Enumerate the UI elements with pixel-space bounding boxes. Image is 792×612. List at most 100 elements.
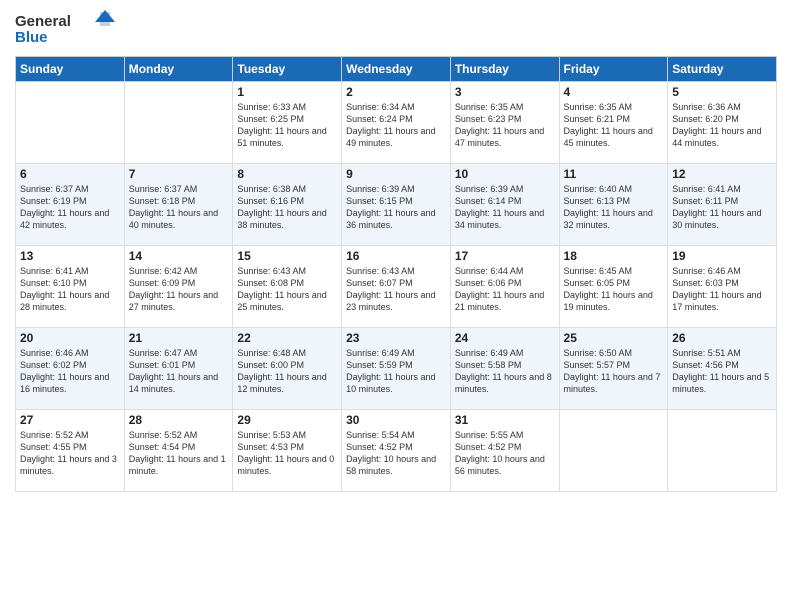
calendar-cell: 30 Sunrise: 5:54 AM Sunset: 4:52 PM Dayli…: [342, 410, 451, 492]
calendar-week-3: 13Sunrise: 6:41 AM Sunset: 6:10 PM Dayli…: [16, 246, 777, 328]
calendar-cell: 24 Sunrise: 6:49 AM Sunset: 5:58 PM Dayli…: [450, 328, 559, 410]
calendar-cell: 17 Sunrise: 6:44 AM Sunset: 6:06 PM Dayli…: [450, 246, 559, 328]
calendar-cell: 31 Sunrise: 5:55 AM Sunset: 4:52 PM Dayli…: [450, 410, 559, 492]
day-info: Sunrise: 5:52 AM Sunset: 4:55 PM Dayligh…: [20, 429, 120, 478]
calendar-cell: 6 Sunrise: 6:37 AM Sunset: 6:19 PM Daylig…: [16, 164, 125, 246]
day-info: Sunrise: 6:44 AM Sunset: 6:06 PM Dayligh…: [455, 265, 555, 314]
calendar-cell: 19 Sunrise: 6:46 AM Sunset: 6:03 PM Dayli…: [668, 246, 777, 328]
calendar-cell: 2 Sunrise: 6:34 AM Sunset: 6:24 PM Daylig…: [342, 82, 451, 164]
day-number: 24: [455, 331, 555, 345]
day-number: 31: [455, 413, 555, 427]
day-number: 30: [346, 413, 446, 427]
day-info: Sunrise: 6:38 AM Sunset: 6:16 PM Dayligh…: [237, 183, 337, 232]
day-number: 1: [237, 85, 337, 99]
day-info: Sunrise: 5:55 AM Sunset: 4:52 PM Dayligh…: [455, 429, 555, 478]
day-number: 19: [672, 249, 772, 263]
day-info: Sunrise: 5:52 AM Sunset: 4:54 PM Dayligh…: [129, 429, 229, 478]
calendar-cell: 22 Sunrise: 6:48 AM Sunset: 6:00 PM Dayli…: [233, 328, 342, 410]
day-number: 17: [455, 249, 555, 263]
calendar-week-5: 27 Sunrise: 5:52 AM Sunset: 4:55 PM Dayli…: [16, 410, 777, 492]
calendar-cell: 7 Sunrise: 6:37 AM Sunset: 6:18 PM Daylig…: [124, 164, 233, 246]
day-number: 9: [346, 167, 446, 181]
weekday-header-wednesday: Wednesday: [342, 57, 451, 82]
day-info: Sunrise: 5:54 AM Sunset: 4:52 PM Dayligh…: [346, 429, 446, 478]
svg-text:General: General: [15, 13, 71, 30]
day-number: 10: [455, 167, 555, 181]
day-info: Sunrise: 6:39 AM Sunset: 6:14 PM Dayligh…: [455, 183, 555, 232]
day-info: Sunrise: 6:37 AM Sunset: 6:18 PM Dayligh…: [129, 183, 229, 232]
calendar-cell: 18 Sunrise: 6:45 AM Sunset: 6:05 PM Dayli…: [559, 246, 668, 328]
day-info: Sunrise: 6:35 AM Sunset: 6:23 PM Dayligh…: [455, 101, 555, 150]
day-number: 3: [455, 85, 555, 99]
day-number: 28: [129, 413, 229, 427]
day-number: 5: [672, 85, 772, 99]
day-info: Sunrise: 6:45 AM Sunset: 6:05 PM Dayligh…: [564, 265, 664, 314]
calendar-cell: 26 Sunrise: 5:51 AM Sunset: 4:56 PM Dayli…: [668, 328, 777, 410]
day-number: 16: [346, 249, 446, 263]
day-number: 6: [20, 167, 120, 181]
calendar-cell: 25Sunrise: 6:50 AM Sunset: 5:57 PM Dayli…: [559, 328, 668, 410]
calendar-cell: 4 Sunrise: 6:35 AM Sunset: 6:21 PM Daylig…: [559, 82, 668, 164]
calendar-cell: 5 Sunrise: 6:36 AM Sunset: 6:20 PM Daylig…: [668, 82, 777, 164]
weekday-header-monday: Monday: [124, 57, 233, 82]
day-info: Sunrise: 6:50 AM Sunset: 5:57 PM Dayligh…: [564, 347, 664, 396]
day-info: Sunrise: 6:47 AM Sunset: 6:01 PM Dayligh…: [129, 347, 229, 396]
day-info: Sunrise: 6:34 AM Sunset: 6:24 PM Dayligh…: [346, 101, 446, 150]
calendar-cell: 23 Sunrise: 6:49 AM Sunset: 5:59 PM Dayli…: [342, 328, 451, 410]
day-number: 20: [20, 331, 120, 345]
day-number: 14: [129, 249, 229, 263]
day-info: Sunrise: 6:43 AM Sunset: 6:08 PM Dayligh…: [237, 265, 337, 314]
day-number: 22: [237, 331, 337, 345]
calendar-cell: 10 Sunrise: 6:39 AM Sunset: 6:14 PM Dayli…: [450, 164, 559, 246]
calendar-cell: 1 Sunrise: 6:33 AM Sunset: 6:25 PM Daylig…: [233, 82, 342, 164]
day-info: Sunrise: 6:35 AM Sunset: 6:21 PM Dayligh…: [564, 101, 664, 150]
day-number: 4: [564, 85, 664, 99]
day-number: 26: [672, 331, 772, 345]
day-number: 27: [20, 413, 120, 427]
calendar-table: SundayMondayTuesdayWednesdayThursdayFrid…: [15, 56, 777, 492]
day-info: Sunrise: 6:48 AM Sunset: 6:00 PM Dayligh…: [237, 347, 337, 396]
weekday-header-thursday: Thursday: [450, 57, 559, 82]
weekday-header-friday: Friday: [559, 57, 668, 82]
calendar-week-4: 20 Sunrise: 6:46 AM Sunset: 6:02 PM Dayli…: [16, 328, 777, 410]
weekday-header-saturday: Saturday: [668, 57, 777, 82]
day-number: 29: [237, 413, 337, 427]
calendar-cell: 8Sunrise: 6:38 AM Sunset: 6:16 PM Daylig…: [233, 164, 342, 246]
day-number: 18: [564, 249, 664, 263]
day-info: Sunrise: 6:39 AM Sunset: 6:15 PM Dayligh…: [346, 183, 446, 232]
page: General Blue SundayMondayTuesdayWednesda…: [0, 0, 792, 612]
calendar-cell: 3 Sunrise: 6:35 AM Sunset: 6:23 PM Daylig…: [450, 82, 559, 164]
calendar-cell: 12Sunrise: 6:41 AM Sunset: 6:11 PM Dayli…: [668, 164, 777, 246]
calendar-cell: [668, 410, 777, 492]
calendar-cell: 15 Sunrise: 6:43 AM Sunset: 6:08 PM Dayli…: [233, 246, 342, 328]
day-info: Sunrise: 5:51 AM Sunset: 4:56 PM Dayligh…: [672, 347, 772, 396]
day-info: Sunrise: 6:37 AM Sunset: 6:19 PM Dayligh…: [20, 183, 120, 232]
calendar-cell: [559, 410, 668, 492]
day-number: 15: [237, 249, 337, 263]
day-info: Sunrise: 6:46 AM Sunset: 6:03 PM Dayligh…: [672, 265, 772, 314]
calendar-week-2: 6 Sunrise: 6:37 AM Sunset: 6:19 PM Daylig…: [16, 164, 777, 246]
day-number: 23: [346, 331, 446, 345]
calendar-cell: 27 Sunrise: 5:52 AM Sunset: 4:55 PM Dayli…: [16, 410, 125, 492]
calendar-cell: 16 Sunrise: 6:43 AM Sunset: 6:07 PM Dayli…: [342, 246, 451, 328]
day-info: Sunrise: 6:49 AM Sunset: 5:59 PM Dayligh…: [346, 347, 446, 396]
day-info: Sunrise: 6:49 AM Sunset: 5:58 PM Dayligh…: [455, 347, 555, 396]
day-info: Sunrise: 6:46 AM Sunset: 6:02 PM Dayligh…: [20, 347, 120, 396]
logo-svg: General Blue: [15, 10, 115, 50]
calendar-cell: 11Sunrise: 6:40 AM Sunset: 6:13 PM Dayli…: [559, 164, 668, 246]
weekday-header-row: SundayMondayTuesdayWednesdayThursdayFrid…: [16, 57, 777, 82]
calendar-cell: 9 Sunrise: 6:39 AM Sunset: 6:15 PM Daylig…: [342, 164, 451, 246]
day-info: Sunrise: 6:33 AM Sunset: 6:25 PM Dayligh…: [237, 101, 337, 150]
calendar-cell: 29Sunrise: 5:53 AM Sunset: 4:53 PM Dayli…: [233, 410, 342, 492]
day-number: 7: [129, 167, 229, 181]
weekday-header-tuesday: Tuesday: [233, 57, 342, 82]
day-info: Sunrise: 6:42 AM Sunset: 6:09 PM Dayligh…: [129, 265, 229, 314]
day-info: Sunrise: 6:41 AM Sunset: 6:10 PM Dayligh…: [20, 265, 120, 314]
day-info: Sunrise: 6:36 AM Sunset: 6:20 PM Dayligh…: [672, 101, 772, 150]
logo: General Blue: [15, 10, 115, 50]
day-number: 2: [346, 85, 446, 99]
day-info: Sunrise: 6:43 AM Sunset: 6:07 PM Dayligh…: [346, 265, 446, 314]
calendar-cell: [16, 82, 125, 164]
header: General Blue: [15, 10, 777, 50]
day-number: 12: [672, 167, 772, 181]
